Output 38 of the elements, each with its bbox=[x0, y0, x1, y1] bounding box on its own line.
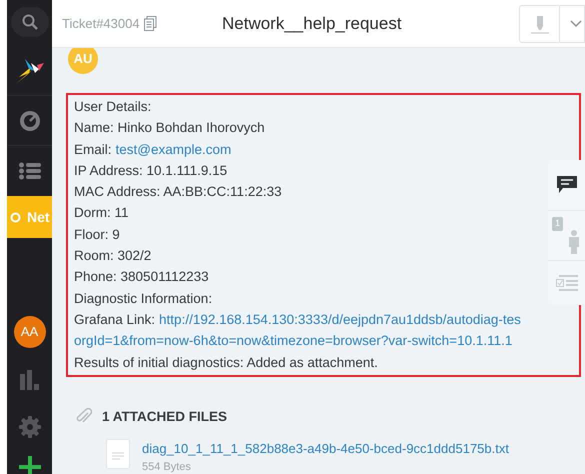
search-button[interactable] bbox=[10, 7, 48, 37]
file-size: 554 Bytes bbox=[142, 460, 192, 474]
ticket-number: Ticket#43004 bbox=[62, 14, 140, 33]
article-line: Phone: 380501112233 bbox=[74, 268, 209, 286]
article-line: User Details: bbox=[74, 98, 152, 116]
article-line: MAC Address: AA:BB:CC:11:22:33 bbox=[74, 183, 282, 202]
copy-icon[interactable] bbox=[144, 16, 157, 31]
settings-icon[interactable] bbox=[18, 416, 40, 438]
edit-button[interactable] bbox=[519, 4, 585, 42]
chat-bubble-icon[interactable] bbox=[556, 176, 576, 194]
attachment-link[interactable]: diag_10_1_11_1_582b88e3-a49b-4e50-bced-9cc1ddd5175b.txt bbox=[142, 439, 509, 459]
article-link[interactable]: test@example.com bbox=[116, 138, 232, 160]
article-line: Dorm: 11 bbox=[74, 204, 129, 222]
attachments-heading: 1 ATTACHED FILES bbox=[102, 408, 228, 426]
bar-chart-icon[interactable] bbox=[20, 370, 40, 390]
search-icon bbox=[22, 14, 38, 30]
article-line: Name: Hinko Bohdan Ihorovych bbox=[74, 119, 265, 138]
article-link[interactable]: orgId=1&from=now-6h&to=now&timezone=browser?var-switch=10.1.11.1 bbox=[74, 330, 512, 352]
user-avatar[interactable]: AA bbox=[14, 316, 46, 348]
article-line: Results of initial diagnostics: Added as attachment. bbox=[74, 354, 378, 372]
article-line: Floor: 9 bbox=[74, 226, 120, 244]
notification-badge: 1 bbox=[552, 217, 564, 230]
article-link[interactable]: http://192.168.154.130:3333/d/eejpdn7au1ddsb/autodiag-tes bbox=[159, 308, 521, 330]
author-avatar: AU bbox=[68, 48, 98, 74]
list-icon[interactable] bbox=[18, 162, 40, 180]
gauge-icon[interactable] bbox=[18, 110, 40, 132]
article-line: Diagnostic Information: bbox=[74, 290, 212, 308]
field-label: Grafana Link: bbox=[74, 310, 156, 329]
article-line: Room: 302/2 bbox=[74, 247, 152, 266]
checklist-icon[interactable] bbox=[556, 275, 578, 291]
chevron-down-icon bbox=[570, 20, 582, 28]
plus-icon[interactable] bbox=[18, 456, 40, 474]
article-line: IP Address: 10.1.111.9.15 bbox=[74, 162, 228, 180]
highlighter-icon bbox=[530, 14, 548, 34]
file-icon bbox=[106, 439, 130, 470]
ticket-title: Network__help_request bbox=[222, 12, 403, 35]
circle-icon bbox=[10, 212, 21, 222]
field-label: Email: bbox=[74, 140, 112, 159]
